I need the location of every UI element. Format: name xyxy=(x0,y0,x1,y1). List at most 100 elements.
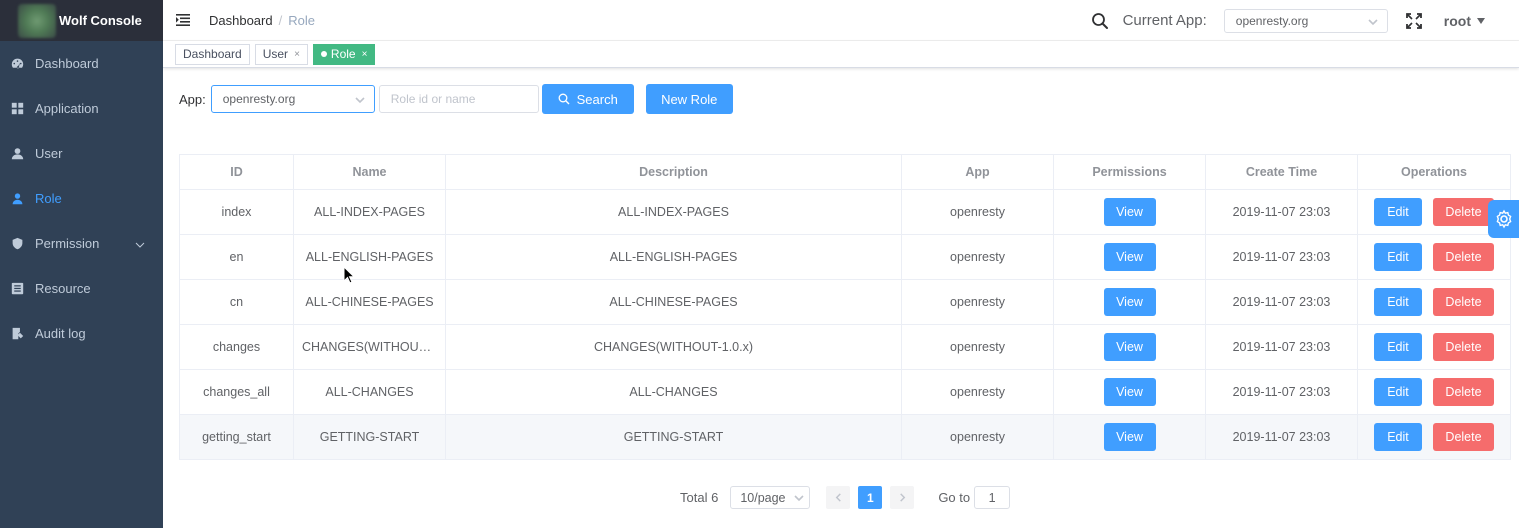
chevron-down-icon xyxy=(355,94,365,108)
tag-label: Role xyxy=(330,47,356,61)
sidebar-item-label: Resource xyxy=(35,281,91,296)
column-header-operations: Operations xyxy=(1357,154,1511,190)
mouse-cursor-icon xyxy=(343,266,355,284)
navbar: Dashboard / Role Current App: openresty.… xyxy=(163,0,1519,41)
cell-create-time: 2019-11-07 23:03 xyxy=(1205,189,1358,235)
current-app-select[interactable]: openresty.org xyxy=(1223,8,1388,33)
column-header-name: Name xyxy=(293,154,446,190)
dashboard-icon xyxy=(11,57,24,70)
edit-button[interactable]: Edit xyxy=(1374,198,1422,226)
delete-button[interactable]: Delete xyxy=(1433,333,1494,361)
cell-operations: Edit Delete xyxy=(1357,324,1511,370)
column-header-id: ID xyxy=(179,154,294,190)
search-icon[interactable] xyxy=(1091,12,1109,30)
view-permissions-button[interactable]: View xyxy=(1103,198,1156,226)
fullscreen-icon[interactable] xyxy=(1405,12,1422,29)
goto-page-input[interactable] xyxy=(974,486,1011,509)
lock-icon xyxy=(11,237,24,250)
sidebar-item-role[interactable]: Role xyxy=(0,176,163,221)
page-number-current[interactable]: 1 xyxy=(858,486,883,509)
sidebar-item-user[interactable]: User xyxy=(0,131,163,176)
page-size-select[interactable]: 10/page xyxy=(730,486,811,509)
app-filter-select[interactable]: openresty.org xyxy=(210,85,375,113)
sidebar-item-label: Dashboard xyxy=(35,56,99,71)
view-permissions-button[interactable]: View xyxy=(1103,333,1156,361)
tags-view: Dashboard User × Role × xyxy=(163,41,1519,68)
sidebar-item-dashboard[interactable]: Dashboard xyxy=(0,41,163,86)
chevron-down-icon xyxy=(1368,16,1378,30)
delete-button[interactable]: Delete xyxy=(1433,198,1494,226)
settings-button[interactable] xyxy=(1488,200,1519,238)
cell-description: ALL-INDEX-PAGES xyxy=(445,189,902,235)
cell-name: ALL-CHINESE-PAGES xyxy=(293,279,446,325)
search-button[interactable]: Search xyxy=(541,84,634,114)
search-button-label: Search xyxy=(576,91,618,107)
breadcrumb-separator: / xyxy=(278,12,283,28)
cell-create-time: 2019-11-07 23:03 xyxy=(1205,234,1358,280)
cell-operations: Edit Delete xyxy=(1357,234,1511,280)
edit-button[interactable]: Edit xyxy=(1374,333,1422,361)
sidebar-item-permission[interactable]: Permission xyxy=(0,221,163,266)
breadcrumb-dashboard[interactable]: Dashboard xyxy=(209,13,273,28)
close-icon[interactable]: × xyxy=(294,49,300,60)
navbar-right: Current App: openresty.org root xyxy=(1091,0,1519,41)
view-permissions-button[interactable]: View xyxy=(1103,288,1156,316)
cell-operations: Edit Delete xyxy=(1357,279,1511,325)
cell-id: changes_all xyxy=(179,369,294,415)
tag-label: User xyxy=(262,47,289,61)
edit-button[interactable]: Edit xyxy=(1374,243,1422,271)
cell-name: ALL-INDEX-PAGES xyxy=(293,189,446,235)
edit-button[interactable]: Edit xyxy=(1374,423,1422,451)
close-icon[interactable]: × xyxy=(362,49,368,60)
tag-role[interactable]: Role × xyxy=(312,43,376,65)
next-page-button[interactable] xyxy=(890,486,915,509)
cell-name: CHANGES(WITHOUT-… xyxy=(293,324,446,370)
cell-permissions: View xyxy=(1053,324,1206,370)
user-icon xyxy=(11,147,24,160)
delete-button[interactable]: Delete xyxy=(1433,288,1494,316)
view-permissions-button[interactable]: View xyxy=(1103,243,1156,271)
tag-dashboard[interactable]: Dashboard xyxy=(175,43,250,65)
cell-operations: Edit Delete xyxy=(1357,414,1511,460)
sidebar-item-resource[interactable]: Resource xyxy=(0,266,163,311)
chevron-right-icon xyxy=(900,493,906,502)
cell-app: openresty xyxy=(901,234,1054,280)
cell-description: GETTING-START xyxy=(445,414,902,460)
cell-permissions: View xyxy=(1053,279,1206,325)
view-permissions-button[interactable]: View xyxy=(1103,423,1156,451)
table-row: index ALL-INDEX-PAGES ALL-INDEX-PAGES op… xyxy=(179,189,1511,235)
cell-id: changes xyxy=(179,324,294,370)
cell-id: cn xyxy=(179,279,294,325)
cell-name: GETTING-START xyxy=(293,414,446,460)
app-filter-label: App: xyxy=(179,91,206,107)
new-role-button[interactable]: New Role xyxy=(645,84,733,114)
column-header-app: App xyxy=(901,154,1054,190)
role-search-input[interactable] xyxy=(378,85,539,113)
delete-button[interactable]: Delete xyxy=(1433,423,1494,451)
goto-page: Go to xyxy=(938,486,1011,509)
sidebar-item-application[interactable]: Application xyxy=(0,86,163,131)
pagination-total: Total 6 xyxy=(680,490,719,505)
tag-user[interactable]: User × xyxy=(254,43,308,65)
logo-image xyxy=(18,3,56,38)
edit-button[interactable]: Edit xyxy=(1374,378,1422,406)
role-icon xyxy=(11,192,24,205)
current-app-label: Current App: xyxy=(1122,12,1207,29)
user-menu[interactable]: root xyxy=(1444,13,1485,29)
view-permissions-button[interactable]: View xyxy=(1103,378,1156,406)
delete-button[interactable]: Delete xyxy=(1433,243,1494,271)
cell-create-time: 2019-11-07 23:03 xyxy=(1205,414,1358,460)
list-icon xyxy=(11,282,24,295)
chevron-down-icon xyxy=(794,492,804,506)
table-row: changes_all ALL-CHANGES ALL-CHANGES open… xyxy=(179,369,1511,415)
column-header-permissions: Permissions xyxy=(1053,154,1206,190)
edit-button[interactable]: Edit xyxy=(1374,288,1422,316)
cell-description: ALL-CHANGES xyxy=(445,369,902,415)
prev-page-button[interactable] xyxy=(826,486,851,509)
sidebar-item-audit-log[interactable]: Audit log xyxy=(0,311,163,356)
cell-name: ALL-CHANGES xyxy=(293,369,446,415)
cell-permissions: View xyxy=(1053,369,1206,415)
cell-permissions: View xyxy=(1053,234,1206,280)
delete-button[interactable]: Delete xyxy=(1433,378,1494,406)
hamburger-icon[interactable] xyxy=(163,13,203,27)
